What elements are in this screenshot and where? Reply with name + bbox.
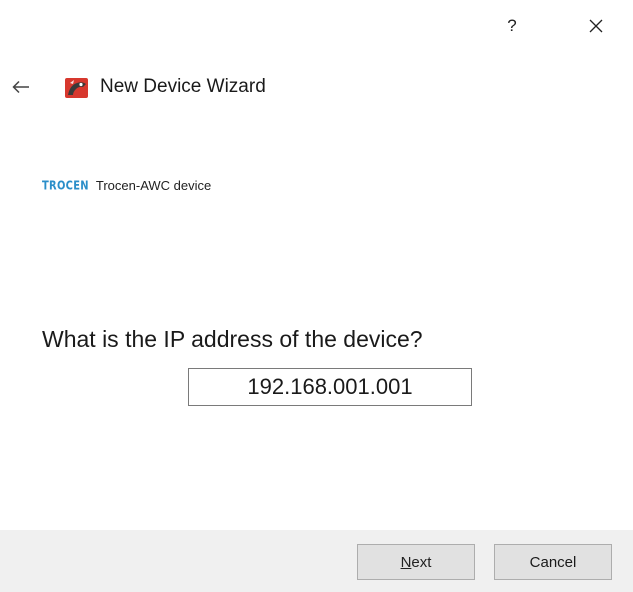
ip-address-input[interactable] (188, 368, 472, 406)
wizard-app-icon (65, 78, 88, 98)
close-button[interactable] (578, 12, 614, 40)
arrow-left-icon (12, 80, 29, 94)
cancel-button[interactable]: Cancel (494, 544, 612, 580)
help-button[interactable]: ? (494, 12, 530, 40)
next-label-rest: ext (411, 553, 432, 571)
back-button[interactable] (10, 76, 32, 98)
close-icon (589, 19, 603, 33)
trocen-brand-logo: TROCEN (42, 177, 89, 193)
device-row: TROCEN Trocen-AWC device (42, 176, 211, 194)
wizard-title: New Device Wizard (100, 76, 266, 97)
help-label: ? (507, 16, 517, 35)
device-name: Trocen-AWC device (95, 177, 212, 193)
ip-question: What is the IP address of the device? (42, 326, 423, 352)
wizard-footer: Next Cancel (0, 530, 633, 592)
wizard-header: New Device Wizard (0, 68, 633, 108)
next-button[interactable]: Next (357, 544, 475, 580)
next-mnemonic: N (400, 553, 412, 571)
